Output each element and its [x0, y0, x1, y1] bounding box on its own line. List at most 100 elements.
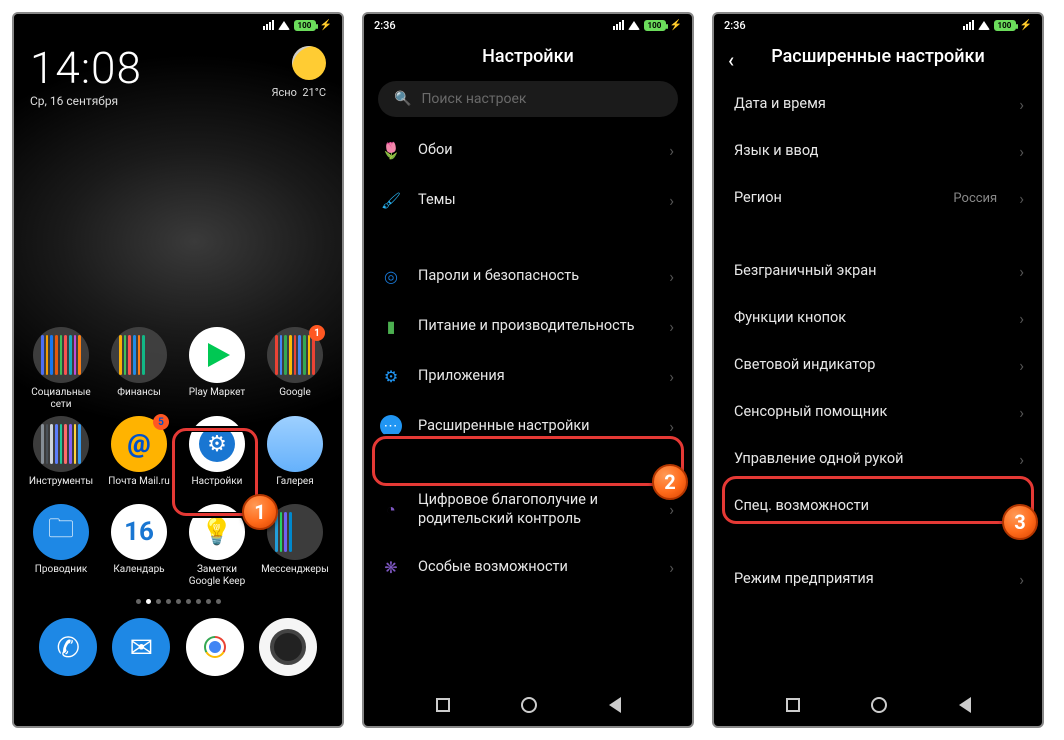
item-region[interactable]: Регион Россия › [714, 175, 1042, 222]
chevron-right-icon: › [1019, 95, 1024, 114]
item-language[interactable]: Язык и ввод › [714, 128, 1042, 175]
step-badge-2: 2 [652, 464, 688, 500]
chevron-right-icon: › [669, 191, 674, 210]
folder-icon: 🗀 [33, 504, 89, 560]
status-bar: 100 ⚡ [14, 14, 342, 36]
sun-icon [292, 46, 326, 80]
nav-back[interactable] [609, 697, 621, 713]
play-store-icon [189, 327, 245, 383]
folder-social[interactable]: Социальные сети [24, 327, 98, 410]
clock-date[interactable]: Ср, 16 сентября [30, 94, 142, 108]
apps-icon: ⚙ [380, 365, 402, 387]
nav-home[interactable] [871, 697, 887, 713]
item-apps[interactable]: ⚙ Приложения › [364, 351, 692, 401]
phone-settings: 2:36 100 ⚡ Настройки 🔍 Поиск настроек 🌷 … [362, 12, 694, 728]
search-input[interactable]: 🔍 Поиск настроек [378, 81, 678, 117]
app-play-store[interactable]: Play Маркет [180, 327, 254, 410]
app-calendar[interactable]: 16 Календарь [102, 504, 176, 587]
page-title: ‹ Расширенные настройки [714, 36, 1042, 81]
item-touch-assist[interactable]: Сенсорный помощник › [714, 389, 1042, 436]
status-bar: 2:36 100 ⚡ [714, 14, 1042, 36]
chevron-right-icon: › [669, 317, 674, 336]
chevron-right-icon: › [669, 267, 674, 286]
dock-phone[interactable]: ✆ [39, 618, 97, 676]
dock-chrome[interactable] [186, 618, 244, 676]
chevron-right-icon: › [669, 141, 674, 160]
chevron-right-icon: › [669, 367, 674, 386]
charging-icon: ⚡ [670, 20, 682, 31]
highlight-step-2 [372, 436, 684, 486]
weather-widget[interactable]: Ясно 21°C [272, 46, 327, 99]
item-accessibility[interactable]: ❋ Особые возможности › [364, 543, 692, 593]
dock-camera[interactable] [259, 618, 317, 676]
clock-time[interactable]: 14:08 [30, 46, 142, 90]
chevron-right-icon: › [669, 500, 674, 519]
weather-temp: 21°C [302, 86, 326, 99]
highlight-step-3 [722, 476, 1034, 524]
folder-google[interactable]: 1 Google [258, 327, 332, 410]
folder-finance[interactable]: Финансы [102, 327, 176, 410]
lock-icon: ◎ [380, 265, 402, 287]
chevron-right-icon: › [669, 417, 674, 436]
signal-icon [963, 20, 974, 30]
status-time: 2:36 [724, 19, 746, 32]
item-datetime[interactable]: Дата и время › [714, 81, 1042, 128]
search-placeholder: Поиск настроек [421, 91, 526, 107]
more-icon: ⋯ [380, 415, 402, 437]
nav-back[interactable] [959, 697, 971, 713]
item-digital-wellbeing[interactable]: ◔ Цифровое благополучие и родительский к… [364, 477, 692, 543]
accessibility-icon: ❋ [380, 557, 402, 579]
search-icon: 🔍 [394, 91, 411, 107]
notification-badge: 1 [309, 325, 325, 341]
back-button[interactable]: ‹ [728, 48, 734, 72]
battery-settings-icon: ▮ [380, 315, 402, 337]
battery-icon: 100 [294, 20, 316, 31]
item-enterprise[interactable]: Режим предприятия › [714, 556, 1042, 603]
advanced-list: Дата и время › Язык и ввод › Регион Росс… [714, 81, 1042, 684]
nav-recent[interactable] [786, 698, 800, 712]
app-files[interactable]: 🗀 Проводник [24, 504, 98, 587]
chevron-right-icon: › [669, 558, 674, 577]
item-security[interactable]: ◎ Пароли и безопасность › [364, 251, 692, 301]
settings-list: 🌷 Обои › 🖌 Темы › ◎ Пароли и безопасност… [364, 125, 692, 684]
chevron-right-icon: › [1019, 309, 1024, 328]
step-badge-3: 3 [1002, 504, 1038, 540]
item-buttons[interactable]: Функции кнопок › [714, 295, 1042, 342]
chevron-right-icon: › [1019, 189, 1024, 208]
mailru-icon: @5 [111, 416, 167, 472]
item-power[interactable]: ▮ Питание и производительность › [364, 301, 692, 351]
chevron-right-icon: › [1019, 450, 1024, 469]
dock: ✆ ✉ [14, 614, 342, 684]
item-led[interactable]: Световой индикатор › [714, 342, 1042, 389]
nav-recent[interactable] [436, 698, 450, 712]
notification-badge: 5 [153, 414, 169, 430]
wifi-icon [278, 21, 290, 30]
battery-icon: 100 [644, 20, 666, 31]
wellbeing-icon: ◔ [380, 499, 402, 521]
item-region-value: Россия [953, 191, 997, 206]
app-gallery[interactable]: Галерея [258, 416, 332, 498]
wallpaper-icon: 🌷 [380, 139, 402, 161]
phone-home: 100 ⚡ 14:08 Ср, 16 сентября Ясно 21°C Со… [12, 12, 344, 728]
signal-icon [613, 20, 624, 30]
page-title: Настройки [364, 36, 692, 81]
nav-bar [364, 684, 692, 726]
page-indicator[interactable] [14, 593, 342, 614]
nav-home[interactable] [521, 697, 537, 713]
item-themes[interactable]: 🖌 Темы › [364, 175, 692, 225]
calendar-icon: 16 [111, 504, 167, 560]
weather-desc: Ясно [272, 86, 297, 99]
status-bar: 2:36 100 ⚡ [364, 14, 692, 36]
folder-tools[interactable]: Инструменты [24, 416, 98, 498]
wifi-icon [978, 21, 990, 30]
charging-icon: ⚡ [1020, 20, 1032, 31]
item-wallpaper[interactable]: 🌷 Обои › [364, 125, 692, 175]
chevron-right-icon: › [1019, 356, 1024, 375]
nav-bar [714, 684, 1042, 726]
item-fullscreen[interactable]: Безграничный экран › [714, 248, 1042, 295]
phone-advanced-settings: 2:36 100 ⚡ ‹ Расширенные настройки Дата … [712, 12, 1044, 728]
signal-icon [263, 20, 274, 30]
dock-messages[interactable]: ✉ [112, 618, 170, 676]
chevron-right-icon: › [1019, 403, 1024, 422]
app-mailru[interactable]: @5 Почта Mail.ru [102, 416, 176, 498]
